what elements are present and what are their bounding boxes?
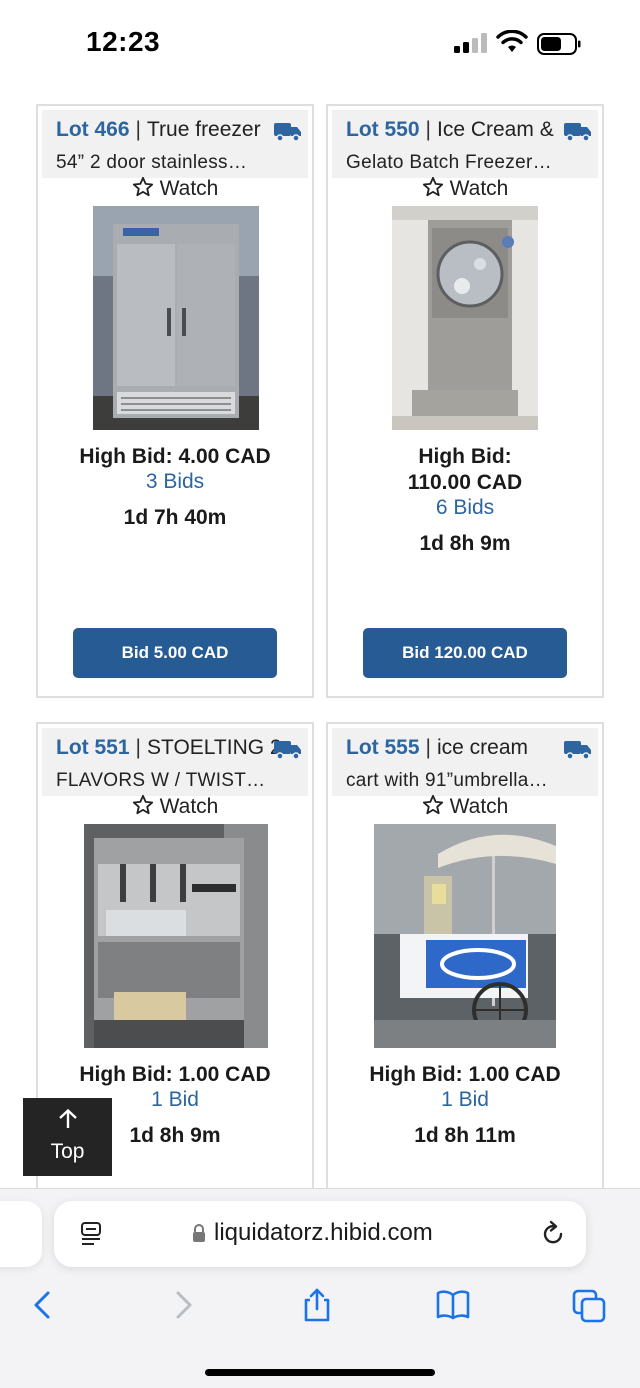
- truck-icon: [274, 123, 301, 142]
- bid-count-link[interactable]: 3 Bids: [38, 470, 312, 494]
- browser-toolbar: liquidatorz.hibid.com: [0, 1188, 640, 1388]
- cellular-signal-icon: [454, 33, 488, 53]
- high-bid: High Bid: 110.00 CAD: [407, 445, 523, 494]
- lot-title[interactable]: ice cream: [437, 736, 528, 759]
- lot-card[interactable]: Lot 466 | True freezer 54” 2 door stainles…: [36, 104, 314, 698]
- truck-icon: [564, 123, 591, 142]
- back-to-top-button[interactable]: Top: [23, 1098, 112, 1176]
- star-outline-icon: [132, 794, 153, 815]
- high-bid: High Bid: 4.00 CAD: [79, 445, 271, 468]
- lock-icon: [193, 1224, 205, 1242]
- watch-toggle[interactable]: Watch: [38, 794, 312, 819]
- bid-count-link[interactable]: 6 Bids: [328, 496, 602, 520]
- lot-number[interactable]: Lot 466: [56, 118, 130, 141]
- lot-title-continued[interactable]: Gelato Batch Freezer…: [346, 152, 552, 174]
- lot-header[interactable]: Lot 555 | ice cream cart with 91”umbrella…: [332, 728, 598, 796]
- high-bid: High Bid: 1.00 CAD: [79, 1063, 271, 1086]
- time-remaining: 1d 8h 11m: [414, 1124, 516, 1147]
- lot-title[interactable]: True freezer: [147, 118, 261, 141]
- lot-number[interactable]: Lot 551: [56, 736, 130, 759]
- lot-title[interactable]: Ice Cream &: [437, 118, 554, 141]
- watch-label: Watch: [159, 795, 219, 818]
- lot-photo[interactable]: [392, 206, 538, 430]
- book-icon[interactable]: [436, 1287, 470, 1323]
- lot-number[interactable]: Lot 550: [346, 118, 420, 141]
- battery-icon: [537, 33, 581, 55]
- back-to-top-label: Top: [50, 1140, 85, 1163]
- lot-header[interactable]: Lot 466 | True freezer 54” 2 door stainles…: [42, 110, 308, 178]
- previous-tab-preview[interactable]: [0, 1201, 42, 1267]
- reload-icon[interactable]: [540, 1220, 566, 1248]
- lot-photo[interactable]: [93, 206, 259, 430]
- time-remaining: 1d 7h 40m: [123, 506, 227, 529]
- bid-button[interactable]: Bid 120.00 CAD: [363, 628, 567, 678]
- share-icon[interactable]: [300, 1287, 334, 1323]
- wifi-icon: [496, 30, 528, 52]
- lot-card[interactable]: Lot 550 | Ice Cream & Gelato Batch Freezer…: [326, 104, 604, 698]
- watch-label: Watch: [159, 177, 219, 200]
- watch-toggle[interactable]: Watch: [328, 794, 602, 819]
- truck-icon: [564, 741, 591, 760]
- chevron-right-icon[interactable]: [166, 1287, 200, 1323]
- lot-header[interactable]: Lot 550 | Ice Cream & Gelato Batch Freezer…: [332, 110, 598, 178]
- truck-icon: [274, 741, 301, 760]
- chevron-left-icon[interactable]: [26, 1287, 60, 1323]
- star-outline-icon: [422, 176, 443, 197]
- address-bar[interactable]: liquidatorz.hibid.com: [54, 1201, 586, 1267]
- bid-count-link[interactable]: 1 Bid: [328, 1088, 602, 1112]
- lot-photo[interactable]: [374, 824, 556, 1048]
- time-remaining: 1d 8h 9m: [419, 532, 511, 555]
- lot-header[interactable]: Lot 551 | STOELTING 2 FLAVORS W / TWIST…: [42, 728, 308, 796]
- lot-title[interactable]: STOELTING 2: [147, 736, 282, 759]
- bid-button[interactable]: Bid 5.00 CAD: [73, 628, 277, 678]
- lot-title-continued[interactable]: 54” 2 door stainless…: [56, 152, 247, 174]
- high-bid: High Bid: 1.00 CAD: [369, 1063, 561, 1086]
- lot-title-continued[interactable]: cart with 91”umbrella…: [346, 770, 548, 792]
- lot-number[interactable]: Lot 555: [346, 736, 420, 759]
- arrow-up-icon: [59, 1108, 77, 1128]
- tabs-icon[interactable]: [572, 1287, 606, 1323]
- lot-card[interactable]: Lot 555 | ice cream cart with 91”umbrella……: [326, 722, 604, 1202]
- reader-mode-icon[interactable]: [80, 1221, 104, 1247]
- watch-label: Watch: [449, 177, 509, 200]
- lot-title-continued[interactable]: FLAVORS W / TWIST…: [56, 770, 265, 792]
- star-outline-icon: [132, 176, 153, 197]
- url-text[interactable]: liquidatorz.hibid.com: [214, 1219, 433, 1247]
- home-indicator[interactable]: [205, 1369, 435, 1376]
- watch-label: Watch: [449, 795, 509, 818]
- watch-toggle[interactable]: Watch: [328, 176, 602, 201]
- status-time: 12:23: [86, 26, 161, 57]
- star-outline-icon: [422, 794, 443, 815]
- status-bar: 12:23: [0, 0, 640, 90]
- watch-toggle[interactable]: Watch: [38, 176, 312, 201]
- lot-photo[interactable]: [84, 824, 268, 1048]
